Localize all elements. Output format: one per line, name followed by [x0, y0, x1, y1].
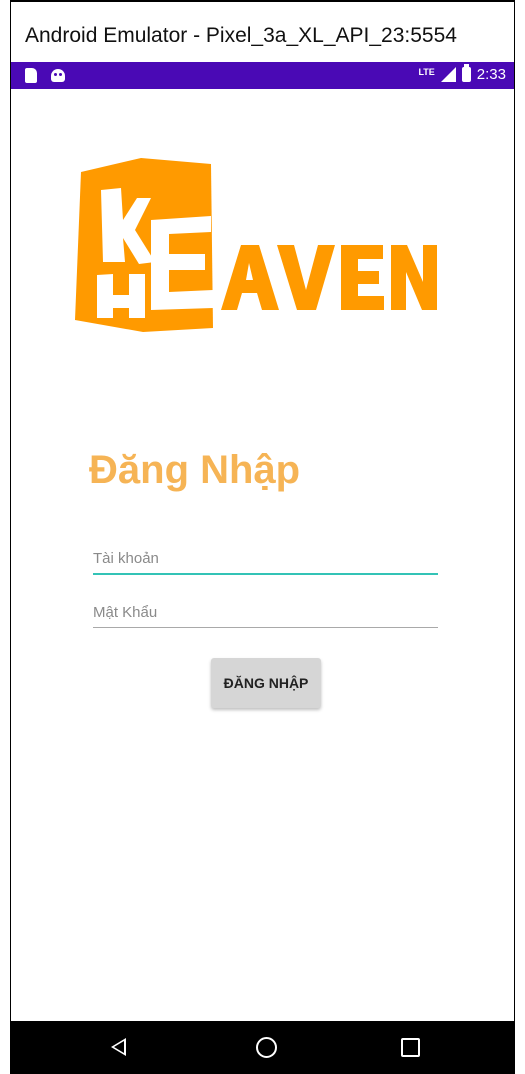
status-time: 2:33 — [476, 66, 506, 83]
recents-icon[interactable] — [401, 1038, 420, 1057]
password-field[interactable] — [93, 597, 438, 628]
back-icon[interactable] — [111, 1038, 126, 1056]
window-titlebar: Android Emulator - Pixel_3a_XL_API_23:55… — [11, 0, 514, 62]
sd-card-icon — [25, 68, 37, 83]
heaven-logo — [75, 158, 437, 332]
username-field[interactable] — [93, 543, 438, 575]
emulator-window: Android Emulator - Pixel_3a_XL_API_23:55… — [10, 0, 515, 1074]
window-title: Android Emulator - Pixel_3a_XL_API_23:55… — [25, 24, 457, 47]
login-button[interactable]: ĐĂNG NHẬP — [211, 658, 321, 708]
home-icon[interactable] — [256, 1037, 277, 1058]
signal-icon — [440, 67, 456, 82]
login-heading: Đăng Nhập — [89, 448, 301, 492]
status-bar: LTE 2:33 — [11, 62, 514, 89]
network-type: LTE — [418, 66, 435, 77]
android-icon — [51, 69, 65, 82]
navigation-bar — [11, 1021, 514, 1074]
battery-icon — [461, 64, 471, 82]
